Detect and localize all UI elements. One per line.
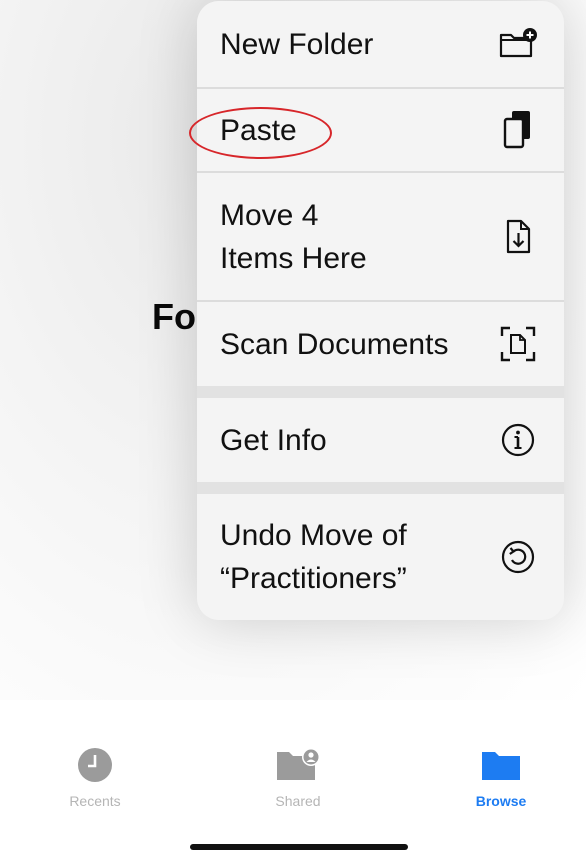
tab-label: Shared (275, 793, 321, 809)
move-document-icon (498, 217, 538, 257)
menu-item-label: Get Info (220, 423, 327, 457)
home-indicator (190, 844, 408, 850)
tab-bar: Recents Shared Browse (0, 745, 586, 815)
info-icon (498, 420, 538, 460)
background-title-fragment: Fo (152, 296, 196, 337)
label-line-2: “Practitioners” (220, 562, 407, 595)
menu-item-undo-move[interactable]: Undo Move of “Practitioners” (197, 494, 564, 620)
menu-item-paste[interactable]: Paste (197, 89, 564, 171)
label-line-1: Undo Move of (220, 519, 407, 552)
paste-icon (498, 110, 538, 150)
menu-item-new-folder[interactable]: New Folder (197, 1, 564, 87)
tab-label: Browse (475, 793, 527, 809)
new-folder-icon (498, 24, 538, 64)
clock-icon (35, 745, 155, 785)
menu-section-gap (197, 482, 564, 494)
label-line-1: Move 4 (220, 198, 319, 232)
tab-browse[interactable]: Browse (441, 745, 561, 809)
menu-item-get-info[interactable]: Get Info (197, 398, 564, 482)
tab-recents[interactable]: Recents (35, 745, 155, 809)
label-line-2: Items Here (220, 241, 367, 275)
folder-icon (441, 745, 561, 785)
undo-icon (498, 537, 538, 577)
menu-item-label: Scan Documents (220, 327, 449, 361)
menu-item-label: Move 4 Items Here (220, 194, 367, 280)
tab-shared[interactable]: Shared (238, 745, 358, 809)
menu-section-gap (197, 386, 564, 398)
scan-document-icon (498, 324, 538, 364)
shared-folder-icon (238, 745, 358, 785)
menu-item-move-items-here[interactable]: Move 4 Items Here (197, 173, 564, 300)
menu-item-scan-documents[interactable]: Scan Documents (197, 302, 564, 386)
menu-item-label: New Folder (220, 27, 374, 61)
menu-item-label: Paste (220, 113, 297, 147)
context-menu: New Folder Paste Move 4 Items Here Scan … (197, 1, 564, 620)
menu-item-label: Undo Move of “Practitioners” (220, 514, 407, 600)
tab-label: Recents (69, 793, 121, 809)
